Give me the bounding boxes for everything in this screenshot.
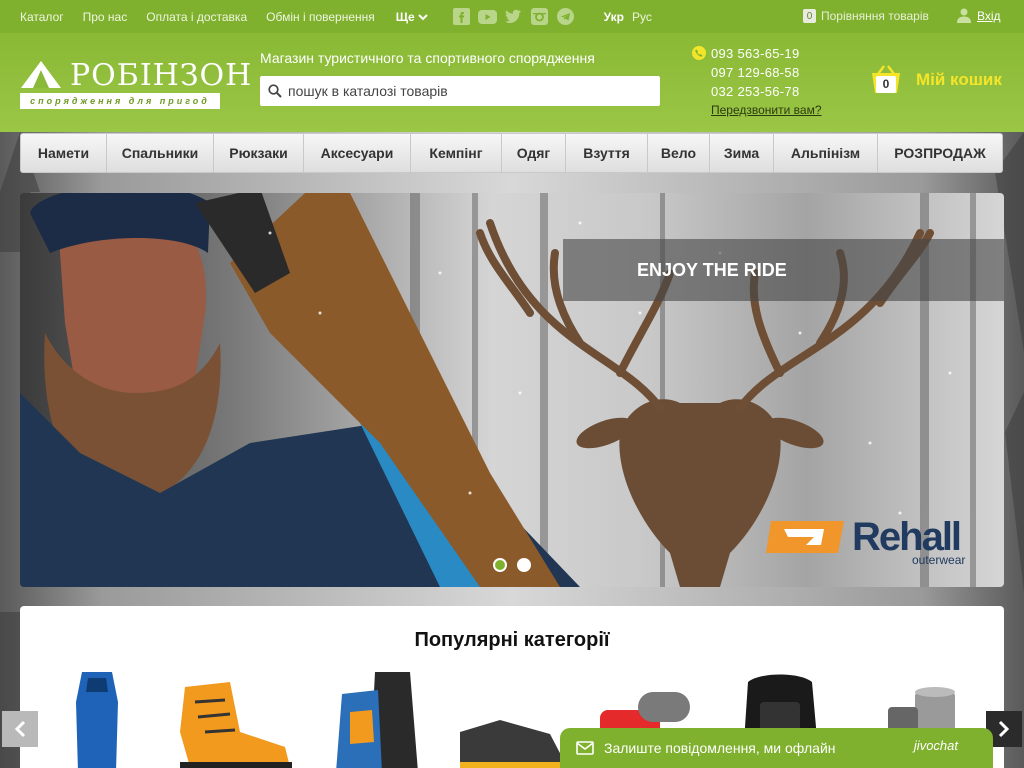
search-input[interactable] bbox=[288, 83, 648, 99]
category-shoes[interactable] bbox=[460, 720, 562, 768]
brand-logo: Rehall outerwear bbox=[766, 515, 965, 567]
more-dropdown[interactable]: Ще bbox=[396, 10, 428, 24]
chat-brand: jivochat bbox=[913, 738, 958, 753]
brand-name: Rehall bbox=[852, 515, 962, 559]
nav-item-accessories[interactable]: Аксесуари bbox=[304, 134, 411, 172]
youtube-icon[interactable] bbox=[477, 8, 497, 25]
cart-count: 0 bbox=[876, 76, 896, 93]
slider-dot[interactable] bbox=[517, 558, 531, 572]
nav-item-clothing[interactable]: Одяг bbox=[502, 134, 566, 172]
nav-item-mountaineering[interactable]: Альпінізм bbox=[774, 134, 878, 172]
main-category-nav: Намети Спальники Рюкзаки Аксесуари Кемпі… bbox=[20, 133, 1003, 173]
compare-label: Порівняння товарів bbox=[821, 9, 929, 23]
category-backpacks[interactable] bbox=[336, 672, 418, 768]
user-icon bbox=[957, 8, 971, 23]
basket-icon: 0 bbox=[868, 65, 904, 95]
compare-products[interactable]: 0 Порівняння товарів bbox=[803, 9, 929, 23]
nav-item-backpacks[interactable]: Рюкзаки bbox=[214, 134, 304, 172]
chevron-right-icon bbox=[998, 720, 1010, 738]
nav-item-winter[interactable]: Зима bbox=[710, 134, 774, 172]
cart-label: Мій кошик bbox=[916, 70, 1002, 89]
login-link[interactable]: Вхід bbox=[957, 8, 1001, 23]
compare-count: 0 bbox=[803, 9, 816, 23]
nav-item-sale[interactable]: РОЗПРОДАЖ bbox=[878, 134, 1002, 172]
tent-logo-icon bbox=[21, 61, 61, 88]
hero-slider[interactable]: ENJOY THE RIDE Rehall outerwear bbox=[20, 193, 1004, 587]
slide-caption: ENJOY THE RIDE bbox=[563, 239, 1004, 301]
chevron-down-icon bbox=[417, 13, 428, 20]
language-switcher: Укр Рус bbox=[604, 10, 660, 24]
search-box bbox=[260, 76, 660, 106]
logo-tagline: спорядження для пригод bbox=[20, 93, 220, 109]
login-label: Вхід bbox=[977, 8, 1001, 23]
rehall-logo-icon bbox=[766, 521, 844, 553]
top-link-payment-delivery[interactable]: Оплата і доставка bbox=[146, 10, 247, 24]
site-logo[interactable]: РОБІНЗОН спорядження для пригод bbox=[20, 58, 251, 110]
slider-dot[interactable] bbox=[493, 558, 507, 572]
slider-dots bbox=[493, 558, 541, 572]
site-header: РОБІНЗОН спорядження для пригод Магазин … bbox=[0, 33, 1024, 132]
phone-number[interactable]: 093 563-65-19 bbox=[692, 44, 822, 63]
search-icon[interactable] bbox=[268, 84, 282, 98]
facebook-icon[interactable] bbox=[452, 8, 471, 25]
nav-item-footwear[interactable]: Взуття bbox=[566, 134, 648, 172]
chat-widget[interactable]: Залиште повідомлення, ми офлайн jivochat bbox=[560, 728, 993, 768]
nav-item-camping[interactable]: Кемпінг bbox=[411, 134, 502, 172]
chat-message: Залиште повідомлення, ми офлайн bbox=[604, 740, 836, 756]
popular-categories-title: Популярні категорії bbox=[414, 629, 610, 651]
top-link-returns[interactable]: Обмін і повернення bbox=[266, 10, 375, 24]
nav-item-sleeping-bags[interactable]: Спальники bbox=[107, 134, 214, 172]
language-uk[interactable]: Укр bbox=[604, 10, 624, 24]
top-link-catalog[interactable]: Каталог bbox=[20, 10, 64, 24]
top-nav: Каталог Про нас Оплата і доставка Обмін … bbox=[20, 10, 394, 24]
nav-item-tents[interactable]: Намети bbox=[21, 134, 107, 172]
language-ru[interactable]: Рус bbox=[632, 10, 652, 24]
carousel-prev-button[interactable] bbox=[2, 711, 38, 747]
phone-list: 093 563-65-19 097 129-68-58 032 253-56-7… bbox=[692, 44, 822, 117]
store-tagline: Магазин туристичного та спортивного спор… bbox=[260, 50, 595, 66]
more-label: Ще bbox=[395, 9, 415, 24]
phone-number[interactable]: 097 129-68-58 bbox=[692, 63, 822, 82]
category-footwear[interactable] bbox=[180, 682, 292, 768]
envelope-icon bbox=[576, 741, 594, 755]
logo-text: РОБІНЗОН bbox=[70, 58, 253, 93]
top-link-about[interactable]: Про нас bbox=[83, 10, 128, 24]
brand-sub: outerwear bbox=[912, 553, 966, 567]
instagram-icon[interactable] bbox=[530, 8, 549, 25]
chevron-left-icon bbox=[14, 720, 26, 738]
callback-link[interactable]: Передзвонити вам? bbox=[711, 103, 822, 117]
cart-button[interactable]: 0 Мій кошик bbox=[868, 65, 1002, 95]
nav-item-bike[interactable]: Вело bbox=[648, 134, 710, 172]
category-sleeping-bags[interactable] bbox=[76, 672, 118, 768]
phone-icon bbox=[692, 46, 706, 60]
top-bar: Каталог Про нас Оплата і доставка Обмін … bbox=[0, 0, 1024, 33]
social-links bbox=[452, 8, 582, 25]
phone-number[interactable]: 032 253-56-78 bbox=[692, 82, 822, 101]
telegram-icon[interactable] bbox=[556, 8, 575, 25]
twitter-icon[interactable] bbox=[504, 8, 523, 25]
